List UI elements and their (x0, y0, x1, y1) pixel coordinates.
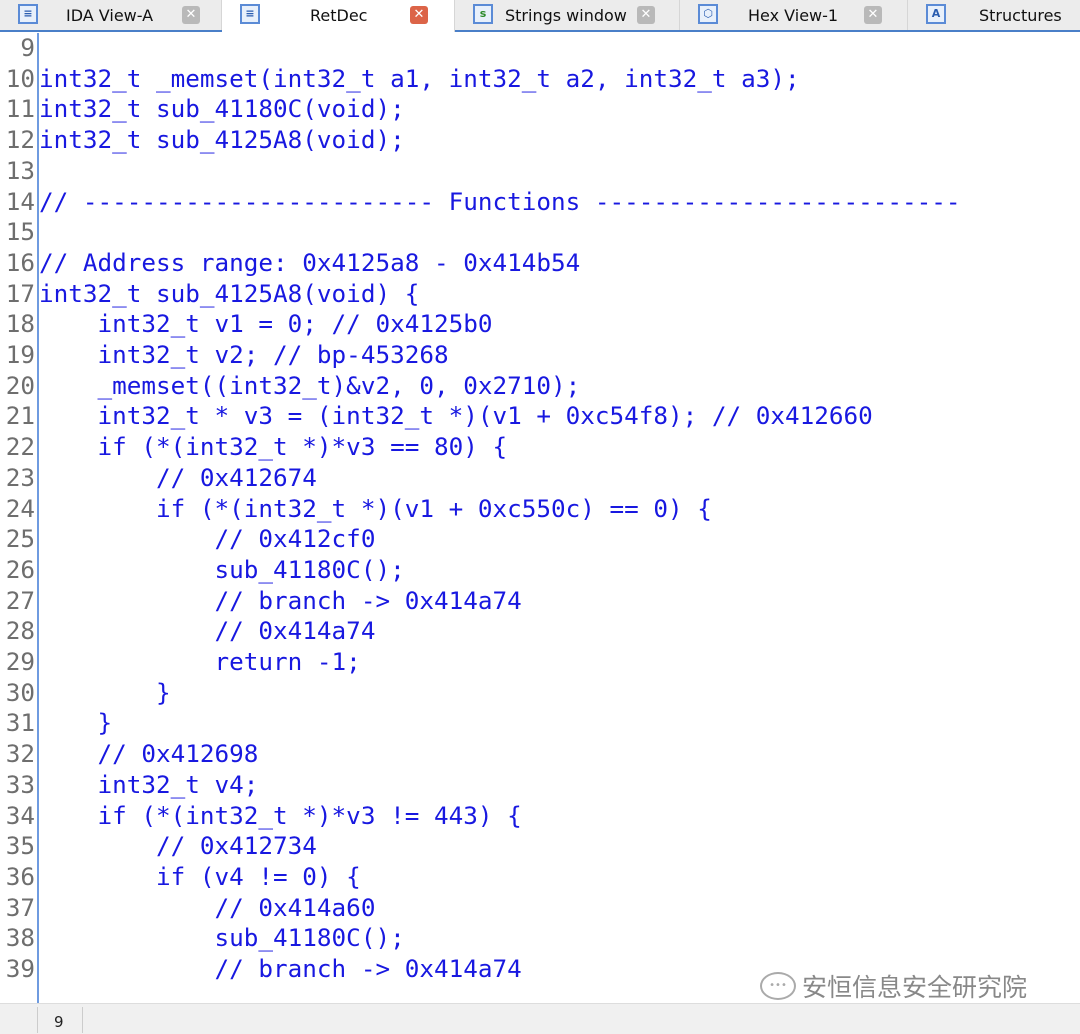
line-number: 30 (5, 677, 35, 707)
code-text: int32_t _memset(int32_t a1, int32_t a2, … (39, 63, 800, 93)
code-text: int32_t sub_4125A8(void); (39, 125, 405, 155)
hex-icon: ⬡ (698, 4, 718, 24)
line-number: 24 (5, 493, 35, 523)
pseudocode-icon: ≡ (18, 4, 38, 24)
code-text: int32_t v2; // bp-453268 (39, 340, 449, 369)
tab-hex-view-1[interactable]: ⬡ Hex View-1 ✕ (680, 0, 908, 30)
tab-label: Structures (979, 6, 1062, 25)
tab-ida-view-a[interactable]: ≡ IDA View-A ✕ (0, 0, 222, 30)
line-number: 15 (5, 217, 35, 247)
watermark: ••• 安恒信息安全研究院 (760, 968, 1027, 1004)
code-text: // 0x414a60 (39, 892, 376, 922)
code-text: if (*(int32_t *)*v3 != 443) { (39, 800, 522, 830)
tab-strings-window[interactable]: s Strings window ✕ (455, 0, 680, 30)
line-number: 17 (5, 278, 35, 308)
code-text: int32_t sub_41180C(void); (39, 94, 405, 124)
line-number: 14 (5, 186, 35, 216)
line-number: 22 (5, 432, 35, 462)
tab-label: Strings window (505, 6, 627, 25)
line-number: 32 (5, 739, 35, 769)
line-number: 28 (5, 616, 35, 646)
code-text: } (39, 708, 113, 738)
code-text: // 0x412cf0 (39, 524, 376, 554)
line-number: 34 (5, 800, 35, 830)
line-number: 37 (5, 892, 35, 922)
line-number: 33 (5, 769, 35, 799)
line-number: 26 (5, 554, 35, 584)
line-number: 12 (5, 125, 35, 155)
code-editor[interactable]: 9 10 int32_t _memset(int32_t a1, int32_t a… (0, 33, 1080, 1003)
watermark-text: 安恒信息安全研究院 (802, 973, 1028, 1002)
code-text: sub_41180C(); (39, 923, 405, 953)
line-number: 29 (5, 647, 35, 676)
line-number: 11 (5, 94, 35, 124)
tab-label: IDA View-A (66, 6, 154, 25)
close-icon[interactable]: ✕ (637, 6, 655, 24)
code-text: int32_t v1 = 0; // 0x4125b0 (39, 309, 493, 339)
code-text: // 0x412674 (39, 462, 317, 492)
line-number: 10 (5, 63, 35, 93)
code-text: sub_41180C(); (39, 554, 405, 584)
line-number: 16 (5, 247, 35, 277)
line-number: 21 (5, 401, 35, 431)
tab-retdec[interactable]: ≡ RetDec ✕ (222, 0, 455, 32)
code-text: _memset((int32_t)&v2, 0, 0x2710); (39, 370, 581, 400)
code-text: // branch -> 0x414a74 (39, 585, 522, 615)
tab-structures[interactable]: A Structures (908, 0, 1080, 30)
structures-icon: A (926, 4, 946, 24)
status-bar: 9 (0, 1003, 1080, 1034)
code-text: int32_t * v3 = (int32_t *)(v1 + 0xc54f8)… (39, 401, 873, 431)
code-text: if (*(int32_t *)(v1 + 0xc550c) == 0) { (39, 493, 712, 523)
code-text: if (v4 != 0) { (39, 861, 361, 891)
close-icon[interactable]: ✕ (182, 6, 200, 24)
line-number: 31 (5, 708, 35, 738)
line-number: 20 (5, 370, 35, 400)
line-number: 18 (5, 309, 35, 339)
code-text: int32_t sub_4125A8(void) { (39, 278, 420, 308)
line-number: 9 (20, 33, 35, 62)
line-number: 27 (5, 585, 35, 615)
code-text: // 0x412698 (39, 739, 259, 769)
code-text: if (*(int32_t *)*v3 == 80) { (39, 432, 508, 462)
line-number: 25 (5, 524, 35, 554)
line-number: 38 (5, 923, 35, 953)
code-text: } (39, 677, 171, 707)
line-number: 39 (5, 954, 35, 983)
code-text: int32_t v4; (39, 769, 259, 799)
tab-bar: ≡ IDA View-A ✕ ≡ RetDec ✕ s Strings wind… (0, 0, 1080, 32)
status-line-number: 9 (37, 1007, 83, 1033)
code-text: // Address range: 0x4125a8 - 0x414b54 (39, 247, 581, 277)
wechat-icon: ••• (760, 972, 796, 1000)
code-text: // 0x412734 (39, 831, 317, 861)
code-text: // ------------------------ Functions --… (39, 186, 961, 216)
strings-icon: s (473, 4, 493, 24)
line-number: 23 (5, 462, 35, 492)
pseudocode-icon: ≡ (240, 4, 260, 24)
line-number: 13 (5, 155, 35, 185)
line-number: 19 (5, 340, 35, 369)
code-text: return -1; (39, 647, 361, 676)
code-text: // 0x414a74 (39, 616, 376, 646)
code-text: // branch -> 0x414a74 (39, 954, 522, 983)
tab-label: RetDec (310, 6, 368, 25)
close-icon[interactable]: ✕ (864, 6, 882, 24)
close-icon[interactable]: ✕ (410, 6, 428, 24)
line-number: 36 (5, 861, 35, 891)
line-number: 35 (5, 831, 35, 861)
tab-label: Hex View-1 (748, 6, 839, 25)
